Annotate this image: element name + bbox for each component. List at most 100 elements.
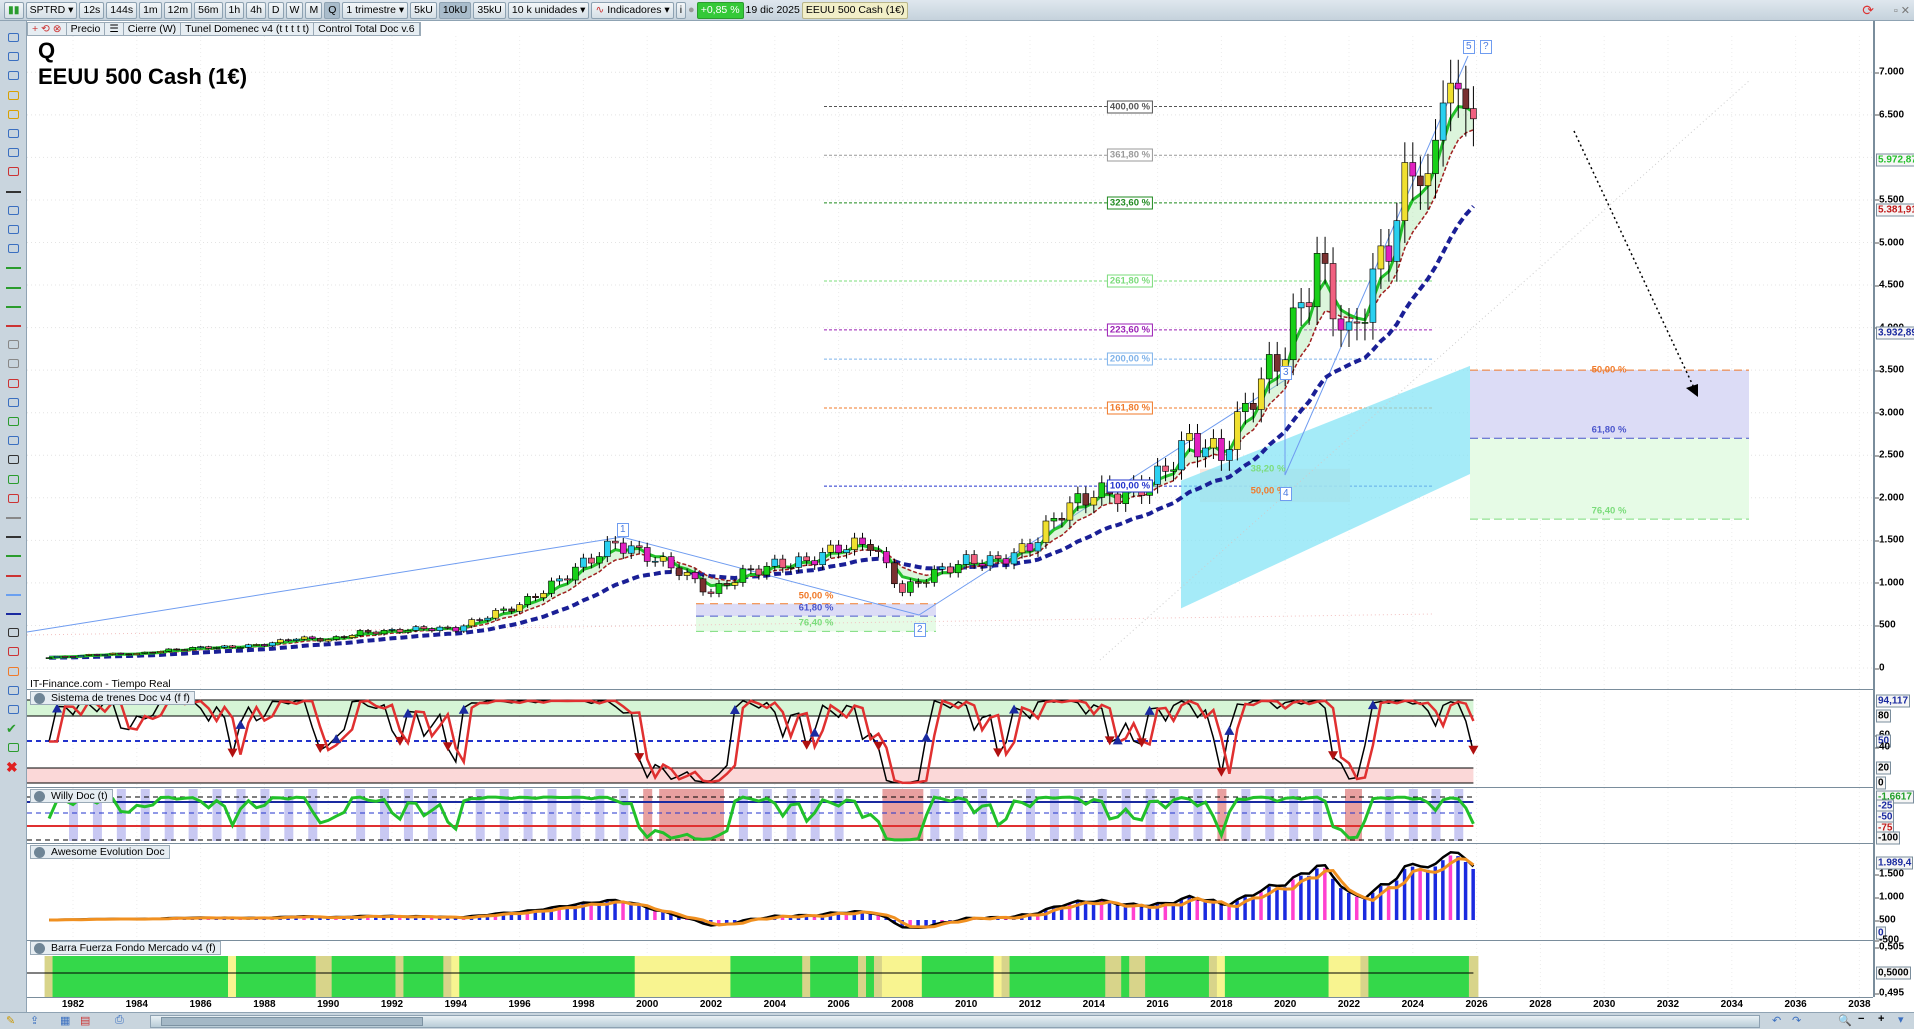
fib-level-label: 61,80 % <box>798 602 834 614</box>
candle <box>1042 520 1050 543</box>
candle <box>627 545 635 554</box>
candle <box>604 540 611 557</box>
awesome-bar <box>1347 892 1351 920</box>
candle <box>1257 378 1265 410</box>
candle <box>819 552 826 566</box>
candle <box>93 654 101 656</box>
candle <box>157 651 165 654</box>
buy-signal-icon <box>331 734 342 744</box>
close-panel-icon[interactable] <box>34 943 45 954</box>
close-panel-icon[interactable] <box>34 791 45 802</box>
panel-title-trenes[interactable]: Sistema de trenes Doc v4 (f f) <box>30 691 195 705</box>
year-tick: 1986 <box>189 999 212 1010</box>
price-tick: 6.500 <box>1874 109 1905 121</box>
price-marker: 5.381,91 <box>1876 203 1914 217</box>
settings-icon[interactable]: ▾ <box>1898 1013 1904 1026</box>
candle <box>1470 108 1477 120</box>
awesome-bar <box>1275 887 1279 920</box>
candle <box>635 545 643 548</box>
slow-moving-average <box>49 204 1475 660</box>
candle <box>1345 321 1353 331</box>
candle <box>643 547 651 562</box>
candle <box>300 636 308 640</box>
candle <box>285 639 292 641</box>
candle <box>109 652 117 655</box>
candle <box>907 581 914 593</box>
scrollbar-thumb[interactable] <box>161 1017 423 1026</box>
candle <box>484 617 492 621</box>
candle <box>324 639 332 642</box>
panel-title-willy[interactable]: Willy Doc (t) <box>30 789 113 803</box>
year-tick: 1990 <box>317 999 340 1010</box>
horizontal-scrollbar[interactable] <box>150 1015 1760 1028</box>
candle <box>404 630 412 633</box>
candle <box>986 555 994 567</box>
panel-trenes-label: Sistema de trenes Doc v4 (f f) <box>51 692 190 704</box>
candle <box>1432 139 1439 174</box>
candle <box>564 578 571 581</box>
panel-title-awesome[interactable]: Awesome Evolution Doc <box>30 845 170 859</box>
year-tick: 2000 <box>636 999 659 1010</box>
awesome-bar <box>637 904 641 920</box>
candle <box>938 566 946 570</box>
candle <box>61 655 69 658</box>
fib-level-label: 100,00 % <box>1106 479 1154 493</box>
layout-icon[interactable]: ▦ <box>60 1014 70 1027</box>
candle <box>795 556 803 568</box>
price-axis[interactable]: 7.0006.5005.5005.0004.5004.0003.5003.000… <box>1873 21 1914 999</box>
candle <box>1058 518 1066 521</box>
print-icon[interactable]: ⎙ <box>115 1014 124 1027</box>
sell-signal-icon <box>634 753 645 763</box>
close-panel-icon[interactable] <box>34 847 45 858</box>
year-tick: 2014 <box>1082 999 1105 1010</box>
candle <box>277 639 284 644</box>
candle <box>340 636 348 638</box>
chart-canvas[interactable] <box>0 0 1873 997</box>
awesome-bar <box>1402 868 1407 920</box>
candle <box>1265 354 1273 380</box>
share-icon[interactable]: ⇪ <box>30 1014 39 1027</box>
candle <box>1369 268 1377 323</box>
candle <box>771 558 779 567</box>
candle <box>1090 497 1098 506</box>
awesome-bar <box>621 903 625 920</box>
candle <box>69 655 77 658</box>
candle <box>859 537 866 545</box>
zoom-out-icon[interactable]: − <box>1858 1013 1864 1025</box>
wave-label-4: 4 <box>1280 487 1292 501</box>
candle <box>133 653 141 655</box>
candle <box>954 564 962 574</box>
candle <box>1210 438 1217 449</box>
panel-title-barra[interactable]: Barra Fuerza Fondo Mercado v4 (f) <box>30 941 221 955</box>
zoom-fit-icon[interactable]: 🔍 <box>1838 1014 1852 1027</box>
candle <box>1026 543 1034 552</box>
awesome-bar <box>645 908 649 920</box>
year-tick: 2004 <box>763 999 786 1010</box>
candle <box>891 562 898 585</box>
close-panel-icon[interactable] <box>34 693 45 704</box>
awesome-bar <box>1083 902 1088 920</box>
candle <box>755 568 763 576</box>
redo-icon[interactable]: ↷ <box>1792 1014 1801 1027</box>
grid-icon[interactable]: ▤ <box>80 1014 90 1027</box>
candle <box>292 638 300 641</box>
candle <box>1289 307 1297 361</box>
candle <box>1050 518 1058 522</box>
year-tick: 2034 <box>1720 999 1743 1010</box>
awesome-bar <box>1378 885 1383 920</box>
buy-signal-icon <box>921 732 932 742</box>
candle <box>1114 493 1122 504</box>
year-tick: 2010 <box>955 999 978 1010</box>
window-controls[interactable]: ▫ ✕ <box>1894 4 1910 17</box>
price-tick: 0 <box>1875 662 1885 674</box>
awesome-bar <box>1211 900 1215 920</box>
candle <box>611 540 619 544</box>
year-tick: 2012 <box>1018 999 1042 1010</box>
year-tick: 1994 <box>444 999 467 1010</box>
time-axis[interactable]: 1982 1984 1986 1988 1990 1992 1994 1996 1998 2000… <box>27 997 1873 1012</box>
undo-icon[interactable]: ↶ <box>1772 1014 1781 1027</box>
zoom-in-icon[interactable]: + <box>1878 1013 1884 1025</box>
candle <box>715 583 723 594</box>
oversold-zone <box>27 768 1474 783</box>
pencil-icon[interactable]: ✎ <box>6 1014 15 1027</box>
